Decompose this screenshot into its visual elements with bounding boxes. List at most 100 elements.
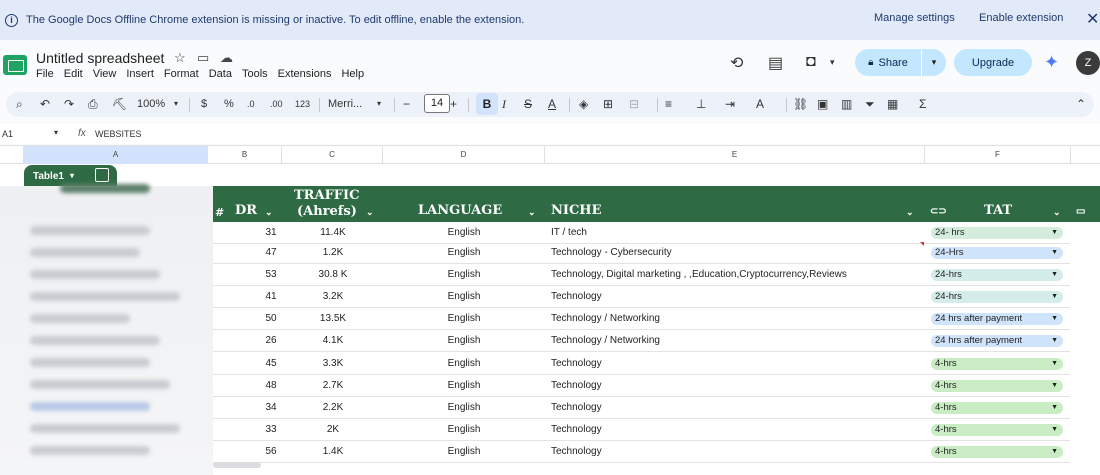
vertical-align-icon[interactable]: ⊥ — [696, 96, 706, 112]
close-icon[interactable]: ✕ — [1086, 9, 1099, 29]
tat-chip[interactable]: 24 hrs after payment ▼ — [931, 313, 1063, 325]
language-cell[interactable]: English — [383, 358, 545, 369]
niche-cell[interactable]: Technology — [551, 380, 602, 391]
menu-insert[interactable]: Insert — [126, 68, 154, 80]
font-size-input[interactable]: 14 — [424, 94, 450, 113]
column-header-f[interactable]: F — [925, 146, 1071, 164]
column-header-e[interactable]: E — [545, 146, 925, 164]
search-menus-icon[interactable]: ⌕ — [16, 96, 23, 112]
tat-chip[interactable]: 4-hrs ▼ — [931, 358, 1063, 370]
comments-icon[interactable]: ▤ — [768, 53, 783, 73]
column-header-c[interactable]: C — [282, 146, 383, 164]
font-chevron-down-icon[interactable]: ▾ — [377, 96, 381, 112]
niche-cell[interactable]: Technology — [551, 446, 602, 457]
text-color-button[interactable]: A — [548, 96, 556, 112]
traffic-cell[interactable]: 1.4K — [283, 446, 383, 457]
column-header-a[interactable]: A — [24, 146, 208, 164]
doc-title[interactable]: Untitled spreadsheet — [36, 50, 164, 66]
insert-comment-icon[interactable]: ▣ — [817, 96, 828, 112]
menu-edit[interactable]: Edit — [64, 68, 83, 80]
tat-chip[interactable]: 4-hrs ▼ — [931, 402, 1063, 414]
menu-view[interactable]: View — [93, 68, 117, 80]
traffic-cell[interactable]: 11.4K — [283, 227, 383, 238]
insert-chart-icon[interactable]: ▥ — [841, 96, 852, 112]
select-all-corner[interactable] — [0, 146, 24, 164]
tat-chip[interactable]: 24-Hrs ▼ — [931, 247, 1063, 259]
bold-button[interactable]: B — [476, 93, 498, 115]
language-cell[interactable]: English — [383, 269, 545, 280]
percent-format-button[interactable]: % — [224, 96, 234, 112]
text-wrapping-icon[interactable]: ⇥ — [725, 96, 735, 112]
language-cell[interactable]: English — [383, 227, 545, 238]
font-family-select[interactable]: Merri... — [328, 96, 362, 112]
horizontal-scrollbar[interactable] — [213, 462, 261, 468]
niche-cell[interactable]: Technology — [551, 358, 602, 369]
language-cell[interactable]: English — [383, 424, 545, 435]
language-chevron-down-icon[interactable]: ⌄ — [528, 207, 536, 218]
menu-format[interactable]: Format — [164, 68, 199, 80]
zoom-chevron-down-icon[interactable]: ▾ — [174, 96, 178, 112]
niche-chevron-down-icon[interactable]: ⌄ — [906, 207, 914, 218]
borders-icon[interactable]: ⊞ — [603, 96, 613, 112]
insert-link-icon[interactable]: ⛓ — [793, 96, 808, 112]
print-icon[interactable]: ⎙ — [88, 96, 98, 112]
name-box[interactable]: A1 — [2, 129, 13, 139]
name-box-chevron-down-icon[interactable]: ▾ — [54, 128, 58, 137]
increase-font-size-icon[interactable]: + — [450, 96, 457, 112]
niche-cell[interactable]: Technology — [551, 291, 602, 302]
traffic-cell[interactable]: 2.7K — [283, 380, 383, 391]
functions-button[interactable]: Σ — [919, 96, 926, 112]
tat-chip[interactable]: 24-hrs ▼ — [931, 269, 1063, 281]
language-cell[interactable]: English — [383, 247, 545, 258]
undo-icon[interactable]: ↶ — [40, 96, 50, 112]
niche-cell[interactable]: IT / tech — [551, 227, 587, 238]
decrease-decimal-button[interactable]: .0 — [247, 96, 255, 112]
language-cell[interactable]: English — [383, 335, 545, 346]
currency-format-button[interactable]: $ — [201, 96, 207, 112]
gemini-icon[interactable]: ✦ — [1044, 52, 1059, 73]
table-grid-icon[interactable] — [95, 168, 109, 182]
cloud-status-icon[interactable]: ☁ — [220, 50, 233, 66]
menu-data[interactable]: Data — [209, 68, 232, 80]
niche-cell[interactable]: Technology - Cybersecurity — [551, 247, 672, 258]
star-icon[interactable]: ☆ — [174, 50, 186, 66]
paint-format-icon[interactable]: ⛏ — [112, 96, 127, 112]
traffic-cell[interactable]: 3.2K — [283, 291, 383, 302]
tat-chevron-down-icon[interactable]: ⌄ — [1053, 207, 1061, 218]
traffic-cell[interactable]: 1.2K — [283, 247, 383, 258]
dr-chevron-down-icon[interactable]: ⌄ — [265, 207, 273, 218]
traffic-cell[interactable]: 4.1K — [283, 335, 383, 346]
menu-file[interactable]: File — [36, 68, 54, 80]
niche-cell[interactable]: Technology — [551, 424, 602, 435]
language-cell[interactable]: English — [383, 446, 545, 457]
traffic-chevron-down-icon[interactable]: ⌄ — [366, 207, 374, 218]
collapse-menus-icon[interactable]: ⌃ — [1076, 96, 1086, 112]
tat-chip[interactable]: 4-hrs ▼ — [931, 380, 1063, 392]
niche-cell[interactable]: Technology, Digital marketing , ,Educati… — [551, 269, 847, 280]
formula-input[interactable]: WEBSITES — [95, 129, 142, 139]
tat-chip[interactable]: 24 hrs after payment ▼ — [931, 335, 1063, 347]
tat-chip[interactable]: 4-hrs ▼ — [931, 424, 1063, 436]
traffic-cell[interactable]: 13.5K — [283, 313, 383, 324]
fill-color-icon[interactable]: ◈ — [579, 96, 588, 112]
horizontal-align-icon[interactable]: ≡ — [665, 96, 672, 112]
menu-tools[interactable]: Tools — [242, 68, 268, 80]
increase-decimal-button[interactable]: .00 — [270, 96, 283, 112]
column-header-d[interactable]: D — [383, 146, 545, 164]
number-format-button[interactable]: 123 — [295, 96, 310, 112]
language-cell[interactable]: English — [383, 380, 545, 391]
niche-cell[interactable]: Technology / Networking — [551, 335, 660, 346]
tat-chip[interactable]: 24-hrs ▼ — [931, 291, 1063, 303]
column-header-b[interactable]: B — [208, 146, 282, 164]
filter-icon[interactable]: ⏷ — [865, 96, 875, 112]
menu-help[interactable]: Help — [341, 68, 364, 80]
menu-extensions[interactable]: Extensions — [278, 68, 332, 80]
upgrade-button[interactable]: Upgrade — [954, 49, 1032, 76]
merge-cells-icon[interactable]: ⊟ — [629, 96, 639, 112]
share-dropdown-button[interactable]: ▾ — [922, 49, 946, 76]
traffic-cell[interactable]: 2.2K — [283, 402, 383, 413]
meet-dropdown-icon[interactable]: ▾ — [830, 57, 835, 68]
sheets-logo-icon[interactable] — [3, 55, 27, 75]
share-button[interactable]: 🔒︎ Share — [855, 49, 921, 76]
tat-chip[interactable]: 4-hrs ▼ — [931, 446, 1063, 458]
